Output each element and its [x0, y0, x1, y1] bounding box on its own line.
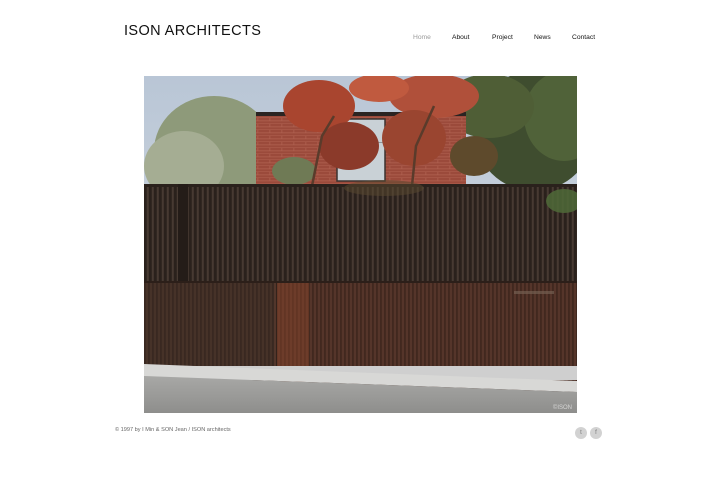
- image-watermark: ©ISON: [553, 404, 572, 411]
- nav-item-contact[interactable]: Contact: [572, 34, 595, 41]
- nav-item-project[interactable]: Project: [492, 34, 513, 41]
- nav-item-news[interactable]: News: [534, 34, 551, 41]
- main-nav: Home About Project News Contact: [396, 34, 610, 46]
- facebook-icon[interactable]: f: [590, 427, 602, 439]
- page: ISON ARCHITECTS Home About Project News …: [0, 0, 720, 477]
- nav-item-home[interactable]: Home: [413, 34, 431, 41]
- nav-item-about[interactable]: About: [452, 34, 469, 41]
- copyright-text: © 1997 by I Min & SON Jean / ISON archit…: [115, 427, 231, 433]
- site-logo[interactable]: ISON ARCHITECTS: [124, 23, 261, 39]
- hero-image: ©ISON: [144, 76, 577, 413]
- twitter-icon[interactable]: t: [575, 427, 587, 439]
